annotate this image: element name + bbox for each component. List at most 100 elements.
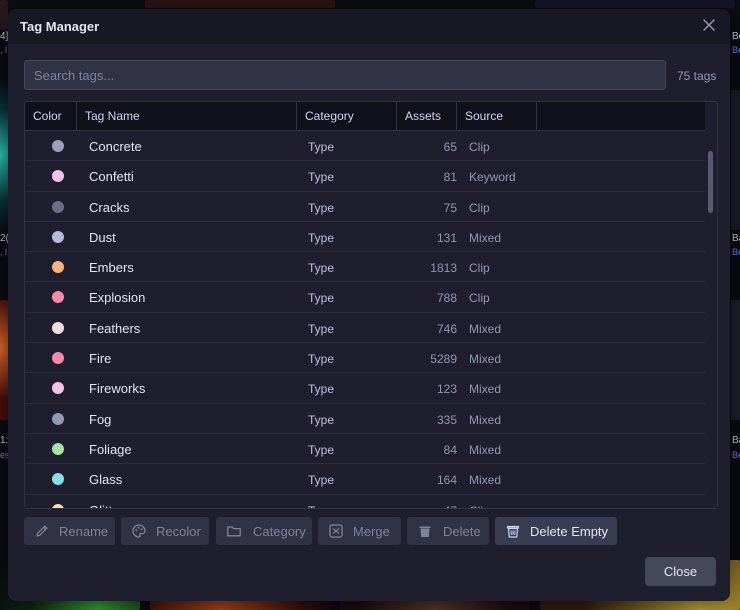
rename-button[interactable]: Rename [24, 517, 115, 545]
tag-color-swatch[interactable] [52, 442, 64, 455]
tag-assets-cell: 75 [443, 200, 457, 215]
tag-category-cell: Type [308, 412, 335, 427]
merge-button[interactable]: Merge [318, 517, 401, 545]
tag-name-cell: Dust [89, 229, 116, 245]
tag-source-cell: Clip [469, 504, 490, 508]
tag-name-cell: Glitter [89, 503, 124, 508]
column-header-source[interactable]: Source [457, 102, 537, 130]
table-row[interactable]: Embers Type 1813 Clip [25, 252, 705, 283]
tag-color-swatch[interactable] [52, 261, 64, 274]
merge-label: Merge [353, 524, 390, 539]
recolor-label: Recolor [156, 524, 201, 539]
dialog-header: Tag Manager [8, 9, 730, 44]
search-tags-input[interactable] [24, 60, 666, 90]
tag-assets-cell: 164 [436, 473, 457, 488]
delete-empty-button[interactable]: Delete Empty [495, 517, 617, 545]
delete-button[interactable]: Delete [407, 517, 489, 545]
tag-color-swatch[interactable] [52, 230, 64, 243]
tags-table: Color Tag Name Category Assets Source Co… [24, 101, 718, 509]
tag-source-cell: Mixed [469, 321, 502, 336]
table-row[interactable]: Foliage Type 84 Mixed [25, 434, 705, 465]
background-text: Ba [732, 233, 740, 244]
tag-name-cell: Explosion [89, 290, 146, 306]
column-header-assets[interactable]: Assets [397, 102, 457, 130]
tag-color-swatch[interactable] [52, 352, 64, 365]
tag-name-cell: Fog [89, 411, 112, 427]
tag-category-cell: Type [308, 200, 335, 215]
tag-category-cell: Type [308, 321, 335, 336]
background-thumbnail [145, 0, 335, 8]
table-row[interactable]: Fire Type 5289 Mixed [25, 343, 705, 374]
background-text: Ba [732, 435, 740, 446]
tag-name-cell: Embers [89, 260, 134, 276]
tag-color-swatch[interactable] [52, 140, 64, 152]
tag-name-cell: Feathers [89, 320, 141, 336]
table-row[interactable]: Glass Type 164 Mixed [25, 464, 705, 495]
table-row[interactable]: Dust Type 131 Mixed [25, 222, 705, 253]
tag-assets-cell: 81 [443, 170, 457, 185]
close-icon[interactable] [702, 18, 716, 32]
background-thumbnail [0, 80, 8, 230]
tag-source-cell: Clip [469, 140, 490, 154]
delete-empty-label: Delete Empty [530, 524, 609, 539]
tag-assets-cell: 123 [436, 382, 457, 397]
tag-assets-cell: 1813 [430, 261, 457, 276]
tag-color-swatch[interactable] [52, 291, 64, 304]
table-row[interactable]: Explosion Type 788 Clip [25, 282, 705, 313]
rename-label: Rename [59, 524, 109, 539]
tag-assets-cell: 788 [436, 291, 457, 306]
background-thumbnail [535, 0, 735, 8]
tag-name-cell: Concrete [89, 139, 142, 154]
tag-source-cell: Mixed [469, 473, 502, 488]
pencil-icon [36, 525, 48, 537]
table-row[interactable]: Confetti Type 81 Keyword [25, 161, 705, 192]
tag-assets-cell: 5289 [430, 352, 457, 367]
table-header: Color Tag Name Category Assets Source [25, 102, 705, 131]
tag-color-swatch[interactable] [52, 412, 64, 425]
table-body: Concrete Type 65 Clip Confetti Type 81 Keyword C… [25, 131, 705, 508]
tag-source-cell: Mixed [469, 382, 502, 397]
tag-assets-cell: 335 [436, 412, 457, 427]
tag-assets-cell: 47 [397, 504, 457, 508]
category-label: Category [253, 524, 306, 539]
tag-assets-cell: 746 [436, 321, 457, 336]
tag-category-cell: Type [308, 230, 335, 245]
background-thumbnail [731, 90, 740, 230]
tag-color-swatch[interactable] [52, 382, 64, 395]
close-button[interactable]: Close [645, 557, 716, 586]
tag-source-cell: Keyword [469, 170, 516, 185]
column-header-tag-name[interactable]: Tag Name [77, 102, 297, 130]
tag-category-cell: Type [308, 473, 335, 488]
background-text: , l [0, 247, 8, 257]
delete-label: Delete [443, 524, 481, 539]
table-scrollbar[interactable] [708, 151, 713, 213]
tag-category-cell: Type [308, 140, 335, 154]
tag-color-swatch[interactable] [52, 473, 64, 486]
table-row[interactable]: Cracks Type 75 Clip [25, 192, 705, 222]
background-text: , l [0, 45, 8, 55]
tag-color-swatch[interactable] [52, 200, 64, 213]
tag-name-cell: Foliage [89, 441, 132, 457]
category-button[interactable]: Category [216, 517, 312, 545]
tag-color-swatch[interactable] [52, 321, 64, 334]
column-header-category[interactable]: Category [297, 102, 397, 130]
tag-manager-dialog: Tag Manager 75 tags Color Tag Name Categ… [8, 9, 730, 601]
tag-color-swatch[interactable] [52, 503, 64, 508]
tag-category-cell: Type [308, 382, 335, 397]
table-row[interactable]: Fog Type 335 Mixed [25, 404, 705, 434]
table-row[interactable]: Feathers Type 746 Mixed [25, 313, 705, 344]
tag-source-cell: Mixed [469, 442, 502, 457]
tag-name-cell: Cracks [89, 199, 130, 215]
tag-category-cell: Type [308, 261, 335, 276]
table-row[interactable]: Glitter Type 47 Clip [25, 495, 705, 508]
background-thumbnail [731, 300, 740, 420]
tag-source-cell: Clip [469, 291, 490, 306]
background-thumbnail [0, 0, 8, 30]
recolor-button[interactable]: Recolor [121, 517, 209, 545]
table-row[interactable]: Fireworks Type 123 Mixed [25, 373, 705, 404]
column-header-color[interactable]: Color [25, 102, 77, 130]
tag-source-cell: Clip [469, 200, 490, 215]
table-row[interactable]: Concrete Type 65 Clip [25, 131, 705, 162]
tag-color-swatch[interactable] [52, 170, 64, 183]
tag-name-cell: Glass [89, 472, 123, 488]
